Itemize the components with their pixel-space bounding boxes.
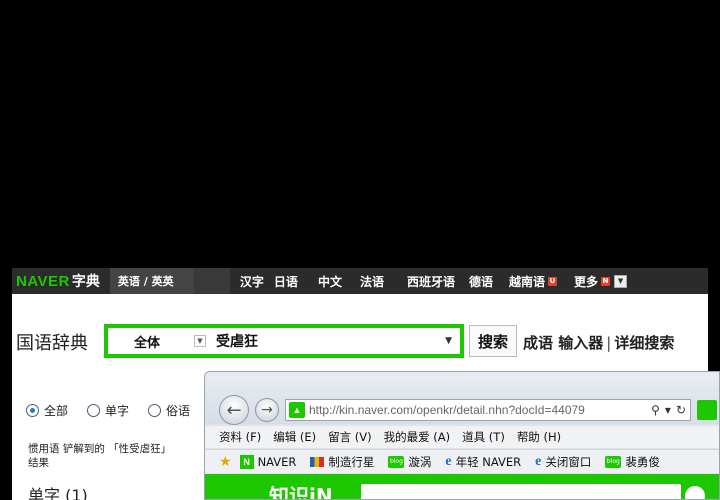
nav-japanese[interactable]: 日语: [274, 268, 298, 294]
browser-toolbar: ← → ▲ http://kin.naver.com/openkr/detail…: [205, 372, 719, 425]
menu-favorites[interactable]: 我的最爱 (A): [384, 429, 451, 445]
new-badge: N: [601, 276, 611, 286]
back-arrow-icon[interactable]: ←: [219, 395, 249, 425]
knowledge-in-logo[interactable]: 知识iN: [269, 480, 333, 499]
filter-proverb[interactable]: 俗语: [148, 402, 190, 419]
browser-menu-bar: 资料 (F) 编辑 (E) 留言 (V) 我的最爱 (A) 道具 (T) 帮助 …: [205, 426, 719, 448]
blog-icon: blog: [388, 455, 405, 468]
radio-icon[interactable]: [87, 404, 101, 417]
naver-kin-favicon-icon: ▲: [289, 402, 305, 418]
search-input[interactable]: 受虐狂: [216, 331, 445, 351]
ie-icon: e: [445, 453, 452, 469]
favorite-bae-label: 裴勇俊: [625, 454, 660, 469]
filter-proverb-label: 俗语: [166, 404, 191, 418]
idiom-link[interactable]: 成语: [523, 334, 553, 352]
favorite-naver[interactable]: N NAVER: [239, 454, 297, 469]
nav-vietnamese-label: 越南语: [509, 274, 546, 289]
favorites-bar: ★ N NAVER 制造行星 blog 漩涡 e 年轻 NAVER e 关闭窗口: [205, 449, 719, 473]
search-icon[interactable]: ⚲: [651, 403, 660, 417]
page-search-input[interactable]: [361, 484, 681, 499]
chevron-down-icon[interactable]: ▼: [614, 274, 628, 288]
naver-dictionary-logo[interactable]: NAVER 字典: [12, 268, 100, 294]
search-scope-select[interactable]: 全体 ▼: [108, 328, 206, 354]
input-method-link[interactable]: 输入器: [558, 334, 603, 352]
favorite-planet-label: 制造行星: [328, 454, 375, 469]
update-badge: U: [548, 276, 558, 286]
blog-icon: blog: [605, 455, 622, 468]
ie-icon: e: [535, 453, 542, 469]
nav-spacer: [193, 268, 230, 294]
bars-icon: [310, 456, 325, 467]
menu-help[interactable]: 帮助 (H): [517, 429, 561, 445]
favorite-close-window[interactable]: e 关闭窗口: [535, 454, 591, 470]
section-title-single-char: 单字 (1): [28, 486, 88, 500]
naver-logo-text: NAVER: [16, 272, 70, 290]
radio-icon[interactable]: [148, 404, 162, 417]
advanced-search-link[interactable]: 详细搜索: [614, 334, 674, 352]
naver-icon: N: [239, 454, 254, 469]
dropdown-arrow-icon[interactable]: ▼: [445, 336, 452, 346]
result-note: 惯用语 铲解到的 「性受虐狂」 结果: [28, 443, 172, 469]
nav-german[interactable]: 德语: [469, 268, 493, 294]
address-tools: ⚲ ▾ ↻: [646, 403, 686, 417]
menu-edit[interactable]: 编辑 (E): [273, 429, 316, 445]
dictionary-top-nav: NAVER 字典 英语 / 英英 汉字 日语 中文 法语 西班牙语 德语 越南语…: [12, 268, 708, 294]
favorite-close-window-label: 关闭窗口: [545, 454, 592, 469]
favorite-naver-label: NAVER: [257, 454, 297, 469]
nav-more[interactable]: 更多 N ▼: [574, 268, 628, 294]
favorite-vortex-label: 漩涡: [408, 454, 432, 469]
nav-chinese-characters[interactable]: 汉字: [240, 268, 264, 294]
dictionary-logo-text: 字典: [71, 274, 100, 290]
browser-window: ← → ▲ http://kin.naver.com/openkr/detail…: [204, 371, 720, 500]
filter-single-char-label: 单字: [105, 404, 130, 418]
menu-file[interactable]: 资料 (F): [219, 429, 261, 445]
filter-single-char[interactable]: 单字: [87, 402, 129, 419]
separator: |: [606, 334, 612, 352]
forward-arrow-icon[interactable]: →: [255, 398, 279, 422]
menu-tools[interactable]: 道具 (T): [462, 429, 505, 445]
nav-french[interactable]: 法语: [360, 268, 384, 294]
result-filters: 全部 单字 俗语: [26, 402, 209, 419]
search-box: 全体 ▼ 受虐狂 ▼: [104, 324, 464, 358]
nav-spanish[interactable]: 西班牙语: [407, 268, 455, 294]
favorite-young-naver-label: 年轻 NAVER: [455, 454, 522, 469]
refresh-icon[interactable]: ↻: [676, 403, 686, 417]
nav-vietnamese[interactable]: 越南语 U: [509, 268, 558, 294]
nav-chinese[interactable]: 中文: [318, 268, 342, 294]
nav-english[interactable]: 英语 / 英英: [109, 268, 194, 294]
address-bar[interactable]: ▲ http://kin.naver.com/openkr/detail.nhn…: [285, 399, 691, 421]
page-header-strip: 知识iN: [205, 474, 719, 499]
filter-all[interactable]: 全部: [26, 402, 68, 419]
search-row: 国语辞典 全体 ▼ 受虐狂 ▼ 搜索 成语 输入器 | 详细搜索: [12, 324, 708, 360]
search-scope-value: 全体: [134, 335, 161, 351]
address-url[interactable]: http://kin.naver.com/openkr/detail.nhn?d…: [309, 403, 646, 417]
screen: NAVER 字典 英语 / 英英 汉字 日语 中文 法语 西班牙语 德语 越南语…: [0, 0, 720, 500]
filter-all-label: 全部: [44, 404, 69, 418]
favorite-bae[interactable]: blog 裴勇俊: [605, 454, 660, 470]
chevron-down-icon[interactable]: ▼: [194, 335, 206, 347]
favorite-young-naver[interactable]: e 年轻 NAVER: [445, 454, 521, 470]
search-button[interactable]: 搜索: [469, 325, 517, 357]
nav-more-label: 更多: [574, 274, 599, 289]
dictionary-title: 国语辞典: [16, 333, 88, 354]
radio-selected-icon[interactable]: [26, 404, 39, 417]
favorites-star-icon[interactable]: ★: [219, 454, 232, 470]
dropdown-arrow-icon[interactable]: ▾: [665, 403, 671, 417]
page-search-button[interactable]: [685, 486, 705, 499]
tab-favicon-icon[interactable]: [697, 400, 717, 420]
favorite-planet[interactable]: 制造行星: [310, 454, 374, 470]
favorite-vortex[interactable]: blog 漩涡: [388, 454, 431, 470]
extra-links: 成语 输入器 | 详细搜索: [523, 332, 674, 353]
menu-view[interactable]: 留言 (V): [328, 429, 372, 445]
